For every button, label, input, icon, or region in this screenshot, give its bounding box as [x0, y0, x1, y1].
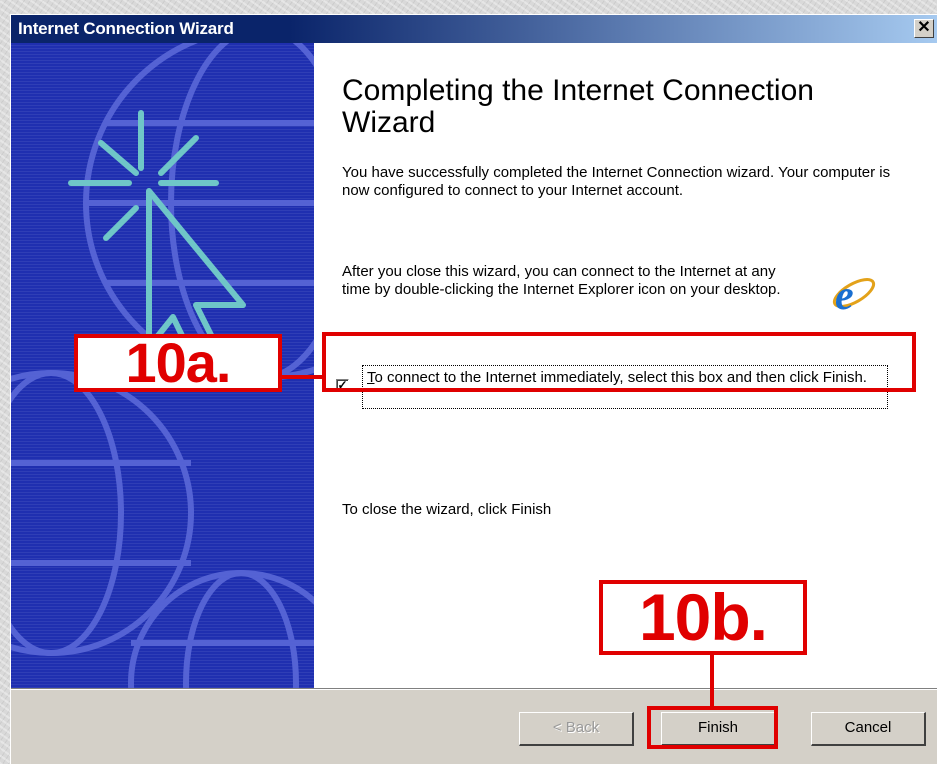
close-icon: ✕ [917, 19, 931, 36]
step-a-label: 10a. [74, 334, 282, 392]
svg-text:e: e [835, 273, 854, 319]
internet-explorer-icon: e [832, 273, 876, 319]
close-button[interactable]: ✕ [914, 19, 934, 38]
step-b-highlight [647, 706, 778, 749]
button-separator [11, 688, 937, 690]
success-message: You have successfully completed the Inte… [342, 164, 891, 199]
step-b-connector [710, 655, 714, 706]
title-bar[interactable]: Internet Connection Wizard ✕ [11, 15, 937, 43]
after-close-message: After you close this wizard, you can con… [342, 263, 781, 298]
step-a-connector [282, 375, 322, 379]
close-hint: To close the wizard, click Finish [342, 501, 552, 518]
page-title: Completing the Internet Connection Wizar… [342, 74, 814, 139]
back-button[interactable]: < Back [519, 712, 634, 746]
window-title: Internet Connection Wizard [18, 19, 234, 38]
step-a-highlight [322, 332, 916, 392]
step-b-label: 10b. [599, 580, 807, 655]
cancel-button[interactable]: Cancel [811, 712, 926, 746]
